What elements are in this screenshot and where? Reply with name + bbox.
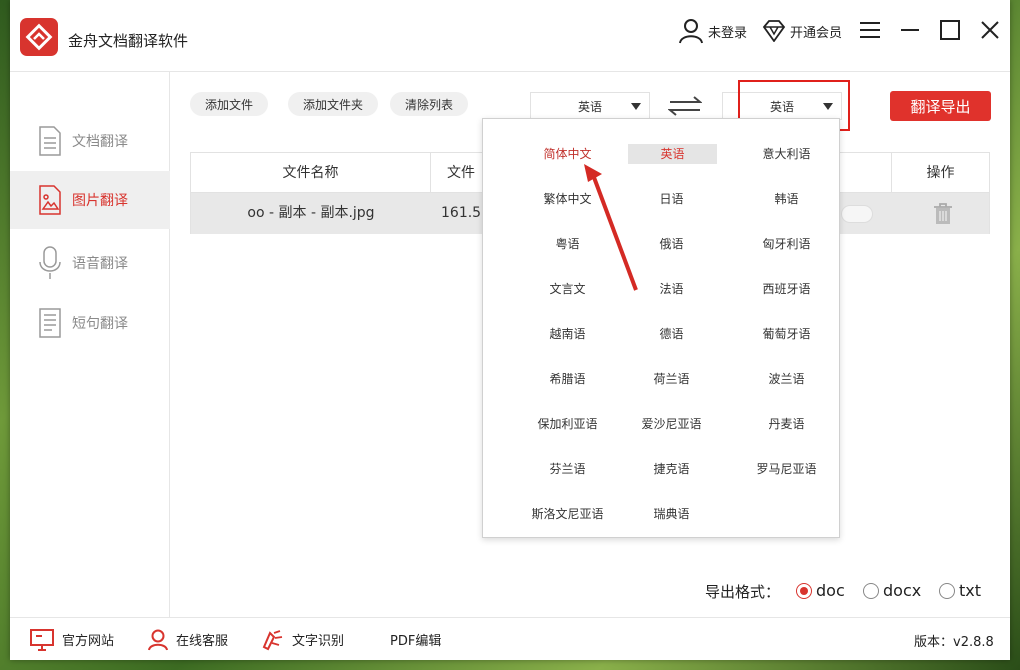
add-file-button[interactable]: 添加文件 bbox=[190, 92, 268, 116]
language-option[interactable]: 意大利语 bbox=[729, 144, 844, 164]
close-icon bbox=[981, 21, 999, 39]
chevron-down-icon bbox=[631, 103, 641, 110]
language-option-selected[interactable]: 英语 bbox=[628, 144, 717, 164]
language-option[interactable]: 匈牙利语 bbox=[729, 234, 844, 254]
language-option[interactable]: 越南语 bbox=[510, 324, 625, 344]
language-option[interactable]: 法语 bbox=[614, 279, 729, 299]
ocr-icon bbox=[262, 629, 283, 650]
language-option[interactable]: 丹麦语 bbox=[729, 414, 844, 434]
file-name-cell: oo - 副本 - 副本.jpg bbox=[247, 205, 375, 221]
language-option[interactable]: 葡萄牙语 bbox=[729, 324, 844, 344]
sidebar-item-label: 短句翻译 bbox=[72, 316, 128, 332]
sidebar-item-document-translate[interactable]: 文档翻译 bbox=[10, 112, 170, 170]
ocr-label: 文字识别 bbox=[292, 634, 345, 649]
source-language-value: 英语 bbox=[577, 99, 602, 114]
app-window: 金舟文档翻译软件 未登录 开通会员 文档翻译 图片翻译 语音翻译 短句翻译 添加… bbox=[10, 0, 1010, 660]
language-option[interactable]: 俄语 bbox=[614, 234, 729, 254]
radio-txt-label[interactable]: txt bbox=[959, 581, 981, 600]
microphone-icon bbox=[39, 246, 61, 279]
language-option[interactable]: 爱沙尼亚语 bbox=[614, 414, 729, 434]
source-language-select[interactable]: 英语 bbox=[530, 92, 650, 120]
customer-service-icon bbox=[148, 629, 168, 650]
radio-doc-label[interactable]: doc bbox=[816, 581, 845, 600]
close-button[interactable] bbox=[976, 16, 1004, 44]
language-option[interactable]: 繁体中文 bbox=[510, 189, 625, 209]
pdf-edit-label: PDF编辑 bbox=[390, 634, 442, 649]
online-support-label: 在线客服 bbox=[176, 634, 229, 649]
language-option[interactable]: 简体中文 bbox=[510, 144, 625, 164]
language-option[interactable]: 西班牙语 bbox=[729, 279, 844, 299]
monitor-icon bbox=[30, 628, 54, 651]
language-option[interactable]: 保加利亚语 bbox=[510, 414, 625, 434]
language-option[interactable]: 文言文 bbox=[510, 279, 625, 299]
maximize-button[interactable] bbox=[936, 16, 964, 44]
diamond-icon bbox=[762, 20, 786, 42]
language-option[interactable]: 日语 bbox=[614, 189, 729, 209]
language-option[interactable]: 德语 bbox=[614, 324, 729, 344]
hamburger-icon bbox=[860, 22, 880, 38]
sidebar: 文档翻译 图片翻译 语音翻译 短句翻译 bbox=[10, 72, 170, 617]
version-label: 版本：v2.8.8 bbox=[914, 635, 994, 650]
add-folder-button[interactable]: 添加文件夹 bbox=[288, 92, 378, 116]
swap-icon bbox=[667, 96, 703, 116]
progress-toggle bbox=[841, 205, 873, 223]
minimize-icon bbox=[901, 29, 919, 31]
delete-button[interactable] bbox=[933, 203, 953, 225]
maximize-icon bbox=[940, 20, 960, 40]
app-logo-icon bbox=[20, 18, 58, 56]
text-document-icon bbox=[39, 308, 61, 338]
sidebar-item-image-translate[interactable]: 图片翻译 bbox=[10, 171, 170, 229]
sidebar-item-label: 语音翻译 bbox=[72, 256, 128, 272]
clear-list-button[interactable]: 清除列表 bbox=[390, 92, 468, 116]
login-button[interactable]: 未登录 bbox=[678, 16, 747, 46]
app-title: 金舟文档翻译软件 bbox=[68, 32, 189, 50]
language-option[interactable]: 斯洛文尼亚语 bbox=[510, 504, 625, 524]
language-dropdown-menu: 简体中文 英语 意大利语 繁体中文 日语 韩语 粤语 俄语 匈牙利语 文言文 法… bbox=[482, 118, 840, 538]
image-file-icon bbox=[39, 185, 61, 215]
language-option[interactable]: 韩语 bbox=[729, 189, 844, 209]
language-option[interactable]: 希腊语 bbox=[510, 369, 625, 389]
translate-export-button[interactable]: 翻译导出 bbox=[890, 91, 991, 121]
vip-button[interactable]: 开通会员 bbox=[762, 16, 842, 46]
language-option[interactable]: 罗马尼亚语 bbox=[729, 459, 844, 479]
footer-bar: 官方网站 在线客服 文字识别 PDF编辑 版本：v2.8.8 bbox=[10, 617, 1010, 660]
language-option[interactable]: 捷克语 bbox=[614, 459, 729, 479]
sidebar-item-label: 文档翻译 bbox=[72, 134, 128, 150]
column-header-filename: 文件名称 bbox=[191, 153, 431, 193]
ocr-link[interactable]: 文字识别 bbox=[260, 618, 344, 661]
radio-doc[interactable] bbox=[796, 583, 812, 599]
pdf-edit-link[interactable]: PDF编辑 bbox=[390, 618, 441, 661]
swap-languages-button[interactable] bbox=[667, 96, 703, 116]
menu-button[interactable] bbox=[856, 16, 884, 44]
document-icon bbox=[39, 126, 61, 156]
title-bar: 金舟文档翻译软件 未登录 开通会员 bbox=[10, 0, 1010, 72]
export-format-label: 导出格式： bbox=[705, 583, 781, 601]
sidebar-item-label: 图片翻译 bbox=[72, 193, 128, 209]
language-option[interactable]: 芬兰语 bbox=[510, 459, 625, 479]
language-option[interactable]: 瑞典语 bbox=[614, 504, 729, 524]
radio-docx-label[interactable]: docx bbox=[883, 581, 921, 600]
radio-txt[interactable] bbox=[939, 583, 955, 599]
online-support-link[interactable]: 在线客服 bbox=[148, 618, 228, 661]
official-website-link[interactable]: 官方网站 bbox=[30, 618, 114, 661]
vip-label: 开通会员 bbox=[790, 25, 843, 41]
language-option[interactable]: 粤语 bbox=[510, 234, 625, 254]
official-website-label: 官方网站 bbox=[62, 634, 115, 649]
trash-icon bbox=[934, 203, 952, 224]
radio-docx[interactable] bbox=[863, 583, 879, 599]
language-option[interactable]: 荷兰语 bbox=[614, 369, 729, 389]
minimize-button[interactable] bbox=[896, 16, 924, 44]
sidebar-item-voice-translate[interactable]: 语音翻译 bbox=[10, 234, 170, 292]
language-option[interactable]: 波兰语 bbox=[729, 369, 844, 389]
user-icon bbox=[679, 19, 703, 44]
sidebar-item-sentence-translate[interactable]: 短句翻译 bbox=[10, 294, 170, 352]
login-label: 未登录 bbox=[708, 25, 748, 41]
column-header-action: 操作 bbox=[891, 153, 989, 193]
